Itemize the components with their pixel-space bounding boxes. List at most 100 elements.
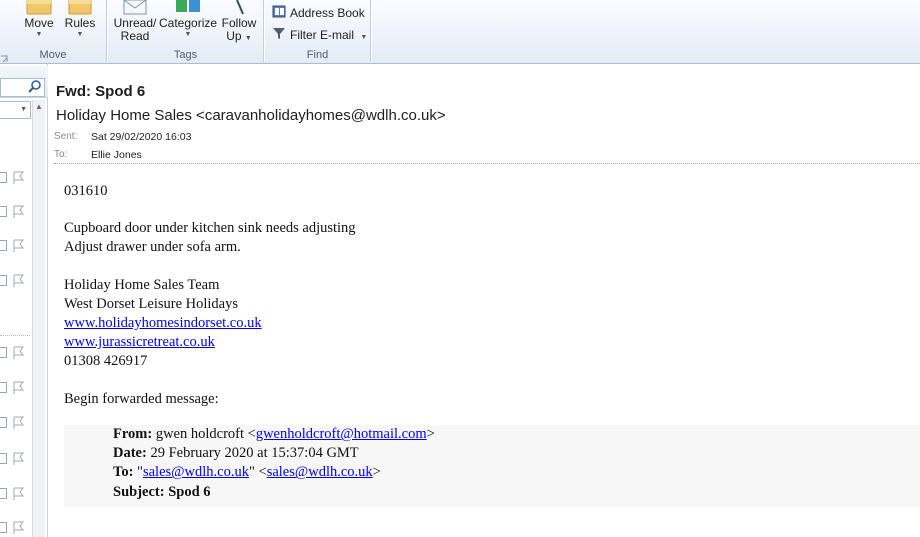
unread-read-button[interactable]: Unread/ Read xyxy=(112,0,158,43)
address-book-icon xyxy=(272,5,286,23)
signature-link[interactable]: www.jurassicretreat.co.uk xyxy=(64,334,215,350)
flag-icon[interactable] xyxy=(11,345,25,360)
list-item[interactable] xyxy=(0,415,30,431)
flag-icon[interactable] xyxy=(11,451,25,466)
address-book-button[interactable]: Address Book xyxy=(272,4,365,22)
forwarded-from-email[interactable]: gwenholdcroft@hotmail.com xyxy=(256,426,427,442)
flag-icon[interactable] xyxy=(11,380,25,395)
signature-link[interactable]: www.holidayhomesindorset.co.uk xyxy=(64,315,262,331)
flag-icon xyxy=(218,0,260,17)
move-button[interactable]: Move ▼ xyxy=(20,0,58,40)
category-box[interactable] xyxy=(0,417,7,428)
forwarded-date-value: 29 February 2020 at 15:37:04 GMT xyxy=(150,445,359,462)
list-item[interactable] xyxy=(0,486,30,502)
message-body: 031610 Cupboard door under kitchen sink … xyxy=(64,182,920,409)
category-box[interactable] xyxy=(0,488,7,499)
folder-move-icon xyxy=(20,0,58,17)
signature-company: West Dorset Leisure Holidays xyxy=(64,295,238,312)
forwarded-from-name: gwen holdcroft < xyxy=(155,426,256,442)
signature-team: Holiday Home Sales Team xyxy=(64,276,220,293)
flag-icon[interactable] xyxy=(11,486,25,501)
category-box[interactable] xyxy=(0,347,7,358)
categorize-button[interactable]: Categorize ▼ xyxy=(159,0,217,40)
flag-icon[interactable] xyxy=(11,415,25,430)
chevron-down-icon: ▼ xyxy=(360,34,368,41)
forwarded-subject: Subject: Spod 6 xyxy=(113,483,435,502)
move-group: Move ▼ Rules ▼ Move xyxy=(0,0,106,64)
unread-read-label-2: Read xyxy=(120,29,150,43)
to-value[interactable]: Ellie Jones xyxy=(91,149,142,161)
category-box[interactable] xyxy=(0,206,7,217)
filter-icon xyxy=(272,27,286,45)
dialog-launcher-icon[interactable] xyxy=(0,53,9,63)
address-book-label: Address Book xyxy=(290,6,365,20)
message-sender[interactable]: Holiday Home Sales <caravanholidayhomes@… xyxy=(56,107,446,124)
categorize-icon xyxy=(159,0,217,17)
body-line: Cupboard door under kitchen sink needs a… xyxy=(64,220,356,237)
move-button-label: Move xyxy=(24,16,54,30)
reading-pane: Fwd: Spod 6 Holiday Home Sales <caravanh… xyxy=(49,70,920,537)
message-subject: Fwd: Spod 6 xyxy=(56,83,146,100)
chevron-down-icon: ▼ xyxy=(20,106,27,113)
header-divider xyxy=(54,163,920,164)
forwarded-subject-label: Subject: xyxy=(113,483,165,500)
forwarded-from: From: gwen holdcroft <gwenholdcroft@hotm… xyxy=(113,425,435,444)
list-item[interactable] xyxy=(0,273,30,289)
sent-value: Sat 29/02/2020 16:03 xyxy=(91,131,192,143)
forwarded-to-label: To: xyxy=(113,464,134,481)
flag-icon[interactable] xyxy=(11,170,25,185)
forwarded-from-close: > xyxy=(426,426,435,442)
find-group-label: Find xyxy=(306,49,329,61)
forward-intro: Begin forwarded message: xyxy=(64,390,219,407)
chevron-down-icon: ▼ xyxy=(184,31,192,38)
tags-group-label: Tags xyxy=(173,49,198,61)
forwarded-to-name-link[interactable]: sales@wdlh.co.uk xyxy=(143,464,249,480)
list-item[interactable] xyxy=(0,238,30,254)
to-label: To: xyxy=(54,149,68,160)
flag-icon[interactable] xyxy=(11,238,25,253)
flag-icon[interactable] xyxy=(11,520,25,535)
sent-label: Sent: xyxy=(54,131,78,142)
category-box[interactable] xyxy=(0,275,7,286)
reference-number: 031610 xyxy=(64,183,108,199)
category-box[interactable] xyxy=(0,382,7,393)
list-item[interactable] xyxy=(0,204,30,220)
forwarded-header-block: From: gwen holdcroft <gwenholdcroft@hotm… xyxy=(64,425,920,507)
find-group: Address Book Filter E-mail ▼ Find xyxy=(265,0,370,64)
flag-icon[interactable] xyxy=(11,204,25,219)
list-item[interactable] xyxy=(0,380,30,396)
chevron-down-icon: ▼ xyxy=(76,31,84,38)
forwarded-to-close: > xyxy=(372,464,381,481)
category-box[interactable] xyxy=(0,453,7,464)
follow-up-label-2: Up ▼ xyxy=(226,29,252,43)
search-icon[interactable] xyxy=(27,79,43,95)
scroll-up-icon[interactable]: ▲ xyxy=(35,102,43,111)
forwarded-to-email-link[interactable]: sales@wdlh.co.uk xyxy=(267,464,373,480)
chevron-down-icon: ▼ xyxy=(35,31,43,38)
group-divider xyxy=(106,0,107,62)
category-box[interactable] xyxy=(0,172,7,183)
rules-button[interactable]: Rules ▼ xyxy=(62,0,98,40)
ribbon: Move ▼ Rules ▼ Move Unread/ Read Categor… xyxy=(0,0,920,64)
list-item[interactable] xyxy=(0,345,30,361)
forwarded-from-label: From: xyxy=(113,426,153,442)
list-item[interactable] xyxy=(0,170,30,186)
envelope-icon xyxy=(112,0,158,17)
follow-up-button[interactable]: Follow Up ▼ xyxy=(218,0,260,45)
flag-icon[interactable] xyxy=(11,273,25,288)
scrollbar[interactable]: ▲ xyxy=(32,100,45,537)
signature-phone: 01308 426917 xyxy=(64,353,148,370)
forwarded-date-label: Date: xyxy=(113,445,147,462)
category-box[interactable] xyxy=(0,522,7,533)
category-box[interactable] xyxy=(0,240,7,251)
list-item[interactable] xyxy=(0,451,30,467)
group-divider xyxy=(263,0,264,62)
filter-email-label: Filter E-mail xyxy=(290,28,355,42)
arrange-dropdown[interactable]: ▼ xyxy=(0,101,31,119)
move-group-label: Move xyxy=(39,49,67,61)
filter-email-button[interactable]: Filter E-mail ▼ xyxy=(272,26,367,44)
list-divider xyxy=(0,335,30,336)
forwarded-date: Date: 29 February 2020 at 15:37:04 GMT xyxy=(113,444,435,463)
list-item[interactable] xyxy=(0,520,30,536)
rules-button-label: Rules xyxy=(64,16,96,30)
